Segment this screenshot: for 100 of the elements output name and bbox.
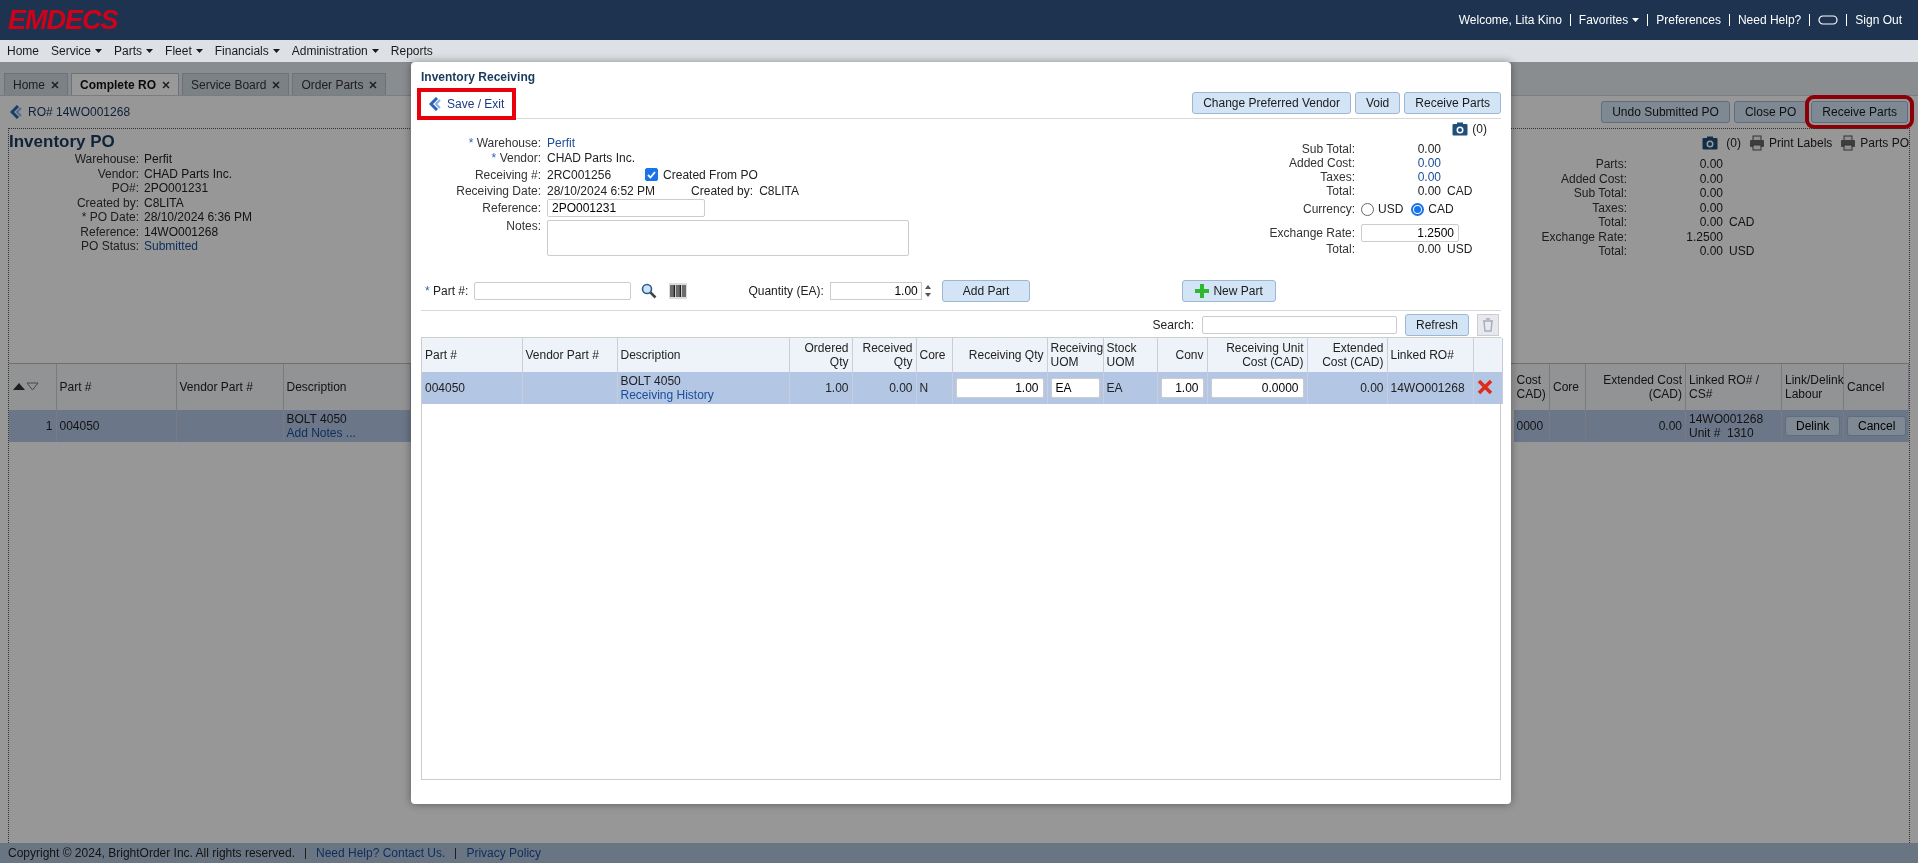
action-button[interactable]: Receive Parts (1404, 92, 1501, 114)
search-field[interactable] (1201, 316, 1397, 334)
field-label: Notes: (505, 219, 541, 234)
field-label: Created by: (75, 195, 139, 210)
column-header: Core (1549, 364, 1586, 410)
delete-icon[interactable] (1476, 378, 1493, 395)
cancel-button[interactable]: Cancel (1847, 416, 1907, 436)
camera-icon[interactable] (1452, 122, 1469, 136)
close-icon[interactable] (51, 80, 59, 89)
total-value[interactable]: 0.00 (1361, 156, 1441, 170)
toggle-icon[interactable] (1818, 15, 1839, 25)
field-label: Vendor: (96, 166, 139, 181)
reference-field[interactable]: 2PO001231 (547, 199, 705, 217)
receiving-uom-field[interactable]: EA (1050, 378, 1100, 398)
sort-icon[interactable] (12, 381, 40, 391)
caret-icon (371, 49, 379, 53)
menu-item[interactable]: Parts (114, 44, 154, 58)
table-cell: 0.00 (1585, 410, 1686, 442)
table-cell: N (916, 372, 952, 404)
field-value: Perfit (144, 152, 173, 167)
column-header: Link/Delink Labour (1781, 364, 1844, 410)
quantity-field[interactable]: 1.00 (829, 282, 922, 300)
add-part-button[interactable]: Add Part (941, 280, 1031, 302)
part-number-field[interactable] (474, 282, 632, 300)
total-label: Sub Total: (1572, 186, 1627, 201)
printer-icon[interactable] (1748, 135, 1765, 151)
exchange-rate-field[interactable]: 1.2500 (1361, 224, 1459, 242)
menu-item[interactable]: Home (7, 44, 39, 58)
field-value: 2RC001256 (547, 167, 612, 182)
tab[interactable]: Service Board (182, 73, 290, 95)
header-link[interactable]: Need Help? (1729, 13, 1810, 27)
total-label: Added Cost: (1287, 156, 1355, 170)
radio-label: CAD (1428, 202, 1454, 216)
total-label: Parts: (1594, 157, 1627, 172)
total-value[interactable]: 0.00 (1361, 170, 1441, 184)
column-header: Received Qty (852, 338, 916, 372)
field-value: 28/10/2024 6:36 PM (144, 210, 253, 225)
sign-out-link[interactable]: Sign Out (1847, 13, 1910, 27)
table-cell: 14WO001268 (1387, 372, 1473, 404)
field-value: 2PO001231 (144, 181, 210, 196)
menu-item[interactable]: Fleet (165, 44, 203, 58)
action-button[interactable]: Void (1354, 92, 1401, 114)
menu-item[interactable]: Administration (291, 44, 379, 58)
column-header: Cost CAD) (1513, 364, 1550, 410)
field-value[interactable]: Submitted (144, 239, 253, 254)
camera-icon[interactable] (1702, 136, 1719, 150)
currency-unit: CAD (1729, 215, 1756, 230)
column-header: Receiving Unit Cost (CAD) (1207, 338, 1307, 372)
table-cell: 0000 (1513, 410, 1550, 442)
column-header: Receiving Qty (952, 338, 1047, 372)
field-label: Quantity (EA): (748, 284, 824, 298)
close-icon[interactable] (272, 80, 281, 89)
print-labels-link[interactable]: Print Labels (1748, 135, 1833, 151)
new-part-button[interactable]: New Part (1182, 280, 1276, 302)
caret-icon (1632, 18, 1640, 22)
field-label: PO Status: (79, 239, 139, 254)
column-header: Part # (422, 338, 522, 372)
column-header: Linked RO# / CS# (1685, 364, 1782, 410)
ro-link[interactable]: RO# 14WO001268 (10, 105, 131, 119)
action-button[interactable]: Change Preferred Vendor (1192, 92, 1351, 114)
warehouse-link[interactable]: Perfit (547, 136, 909, 151)
menu-item[interactable]: Service (51, 44, 103, 58)
save-exit-button[interactable]: Save / Exit (423, 94, 511, 114)
barcode-icon[interactable] (669, 283, 688, 299)
tab[interactable]: Complete RO (71, 73, 180, 95)
delink-button[interactable]: Delink (1785, 416, 1841, 436)
parts-po-link[interactable]: Parts PO (1840, 135, 1909, 151)
column-header: Stock UOM (1103, 338, 1157, 372)
table-cell: 004050 (56, 410, 176, 442)
unit-text: Unit # 1310 (1689, 426, 1755, 440)
tab[interactable]: Order Parts (292, 73, 387, 95)
refresh-button[interactable]: Refresh (1404, 314, 1469, 336)
total-label: Added Cost: (1559, 171, 1627, 186)
radio-button[interactable] (1361, 202, 1374, 216)
conv-field[interactable]: 1.00 (1160, 378, 1204, 398)
photo-count: (0) (1726, 136, 1741, 150)
unit-cost-field[interactable]: 0.0000 (1210, 378, 1304, 398)
checkbox[interactable] (645, 168, 659, 182)
close-icon[interactable] (162, 80, 171, 89)
total-value: 0.00 (1416, 142, 1441, 156)
total-value: 0.00 (1416, 242, 1441, 256)
search-icon[interactable] (641, 283, 658, 299)
close-icon[interactable] (369, 80, 378, 89)
table-cell: 0.00 (1307, 372, 1387, 404)
table-cell-text: BOLT 4050 (620, 374, 682, 388)
tab[interactable]: Home (4, 73, 68, 95)
menu-item[interactable]: Reports (390, 44, 433, 58)
notes-field[interactable] (547, 219, 909, 256)
menu-item[interactable]: Financials (214, 44, 280, 58)
header-link[interactable]: Favorites (1570, 13, 1648, 27)
printer-icon[interactable] (1840, 135, 1857, 151)
field-label: PO#: (110, 181, 139, 196)
radio-button[interactable] (1411, 202, 1425, 216)
field-label: * Vendor: (490, 151, 541, 165)
header-link[interactable]: Preferences (1648, 13, 1729, 27)
action-button[interactable]: Undo Submitted PO (1601, 101, 1730, 123)
action-button[interactable]: Close PO (1733, 101, 1808, 123)
field-label: Warehouse: (73, 152, 139, 167)
receiving-qty-field[interactable]: 1.00 (955, 378, 1044, 398)
receiving-history-link[interactable]: Receiving History (620, 388, 786, 402)
